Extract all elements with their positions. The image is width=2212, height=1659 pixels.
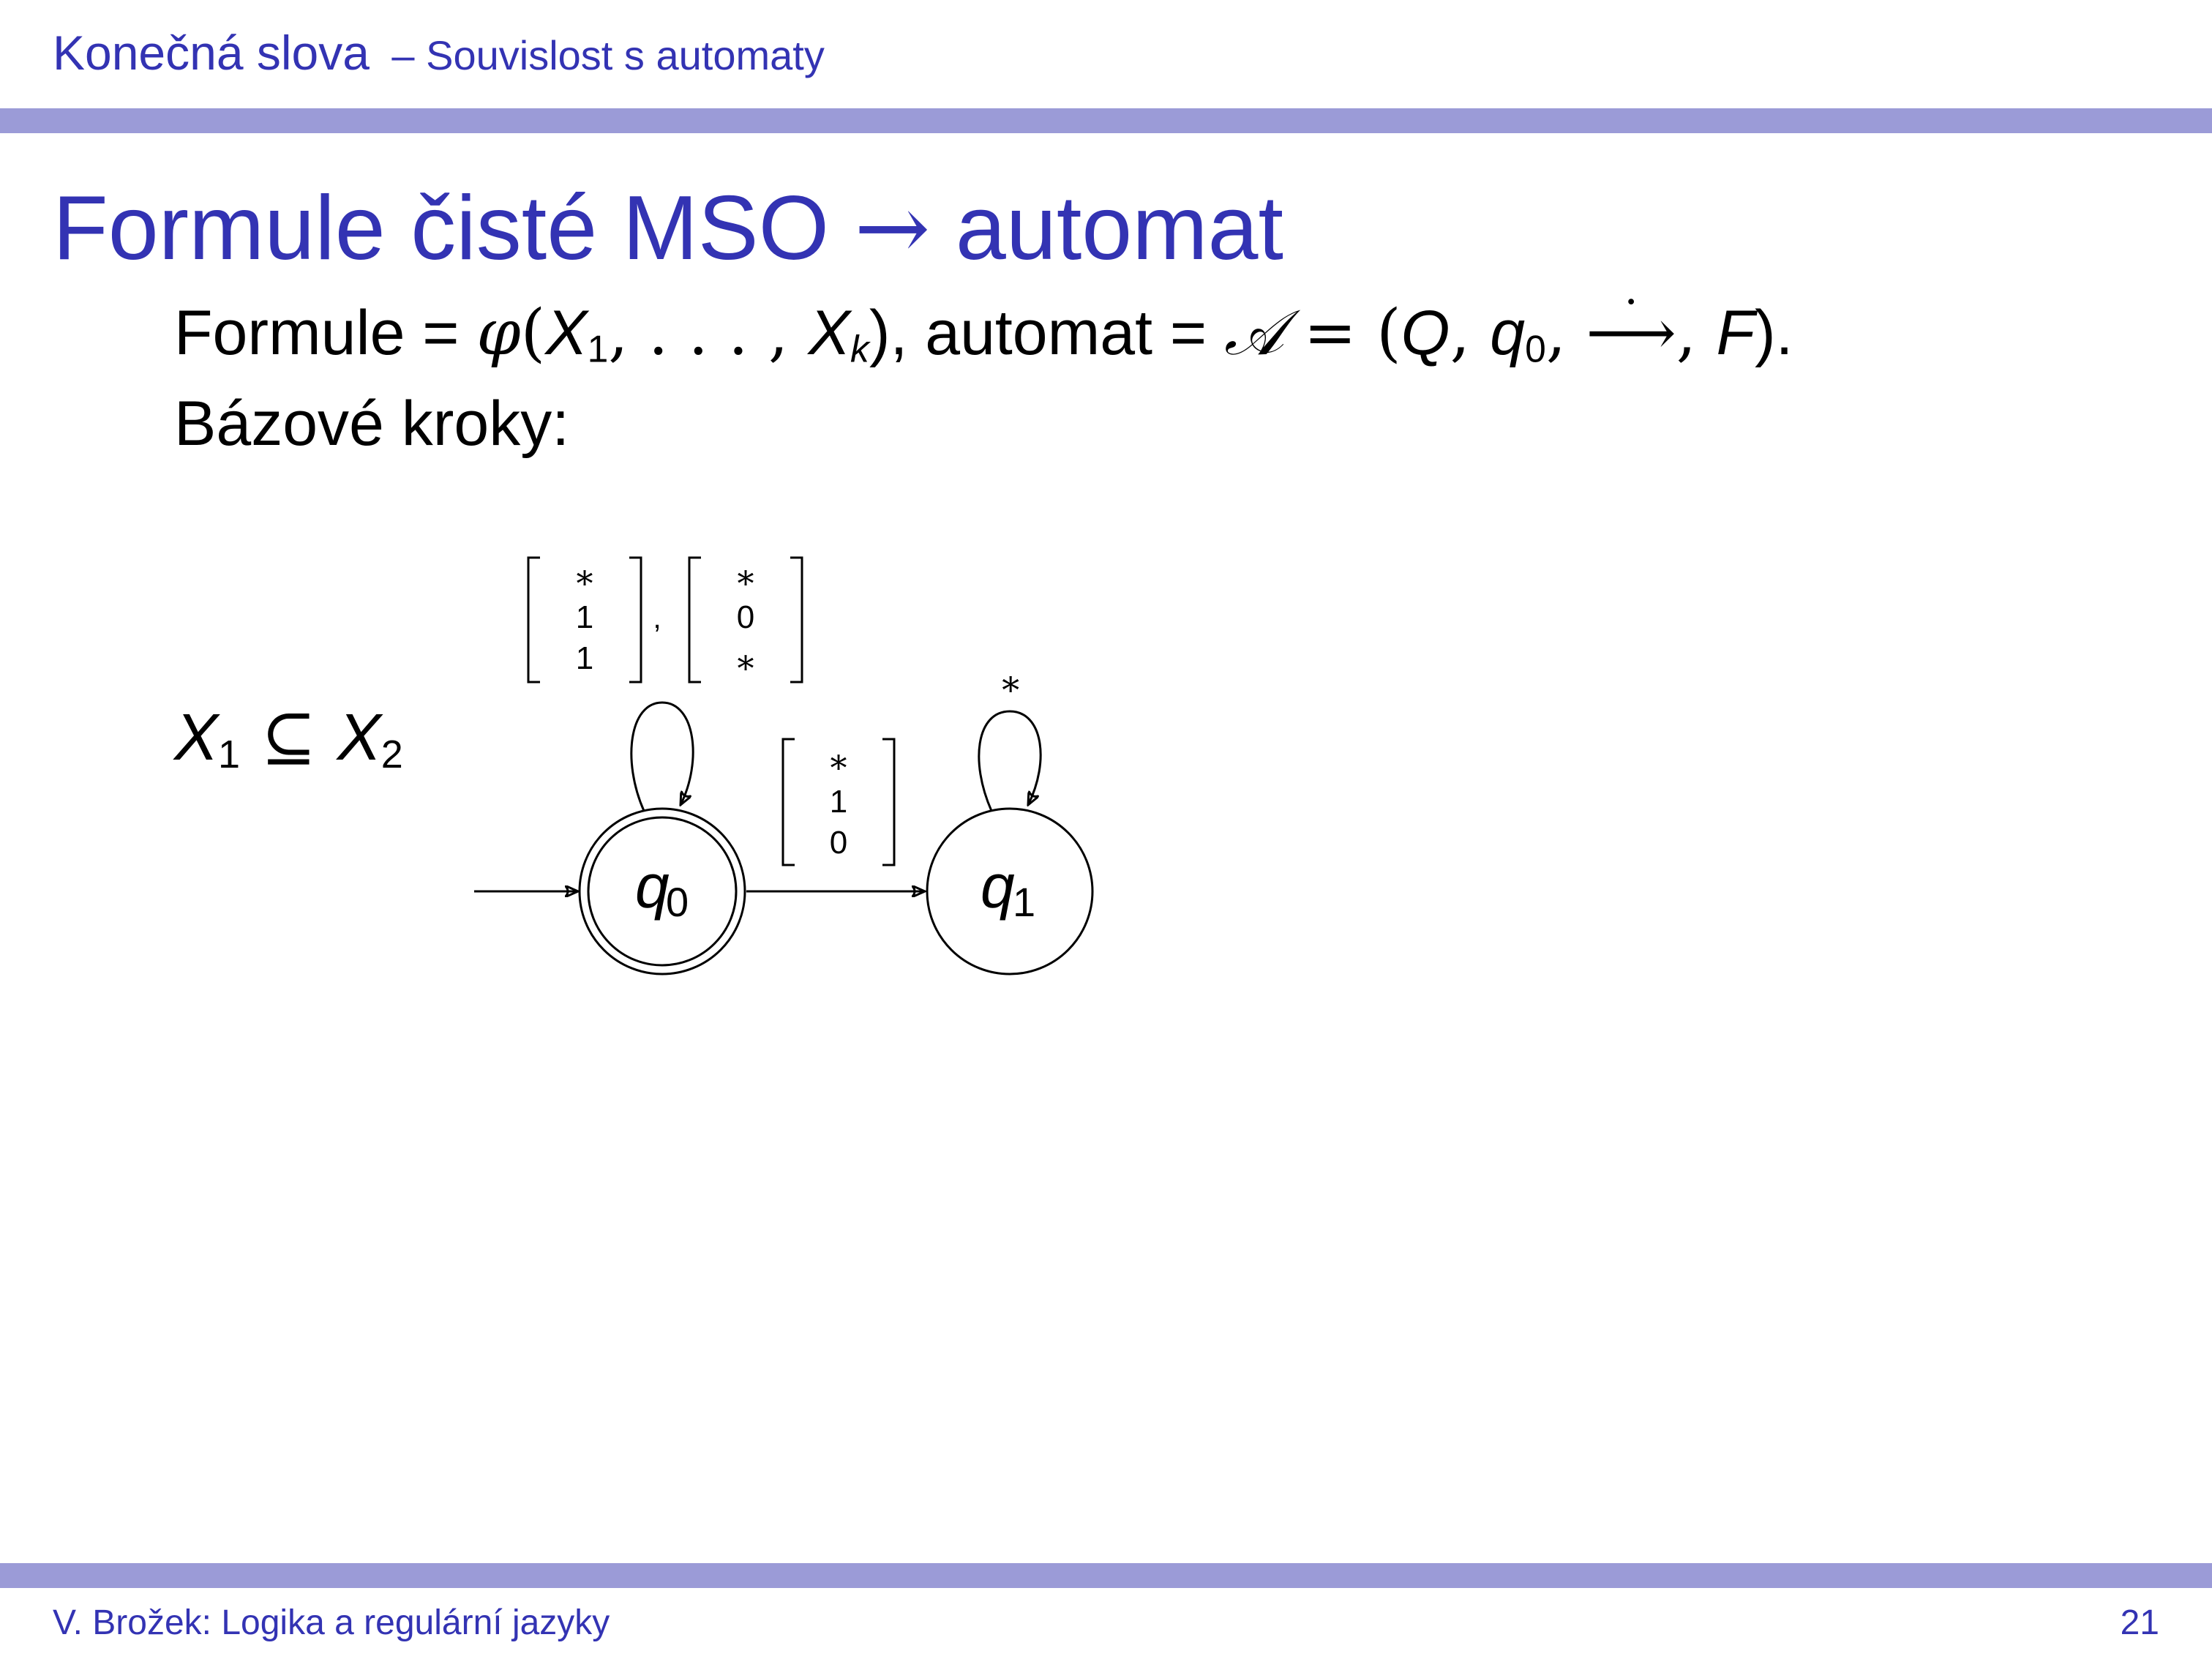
loop-q0-matrix-2: ∗ 0 ∗ <box>688 556 803 684</box>
footer-bar <box>0 1563 2212 1588</box>
state-q1-label: q <box>981 852 1015 921</box>
loop-q1-label: ∗ <box>999 663 1023 704</box>
matrix-cell: 1 <box>830 784 847 820</box>
page-number: 21 <box>2120 1603 2159 1642</box>
automaton-diagram: q 0 q 1 ∗ 1 1 , ∗ 0 ∗ ∗ 1 0 ∗ <box>474 556 1094 975</box>
matrix-cell: ∗ <box>827 741 850 781</box>
matrix-cell: ∗ <box>734 642 757 681</box>
matrix-cell: ∗ <box>573 557 596 596</box>
state-q0-label: q <box>635 852 670 921</box>
matrix-cell: 1 <box>576 640 593 676</box>
loop-q0-matrix-1: ∗ 1 1 <box>527 556 642 684</box>
state-q1-sub: 1 <box>1013 879 1035 925</box>
matrix-cell: 0 <box>737 599 754 635</box>
edge-q0-q1-matrix: ∗ 1 0 <box>781 738 896 866</box>
loop-q0-separator: , <box>653 602 661 634</box>
matrix-cell: 1 <box>576 599 593 635</box>
matrix-cell: ∗ <box>734 557 757 596</box>
state-q0-sub: 0 <box>666 879 689 925</box>
footer-author-title: V. Brožek: Logika a regulární jazyky <box>53 1603 610 1642</box>
loop-q0 <box>630 701 694 812</box>
loop-q1 <box>978 710 1042 812</box>
matrix-cell: 0 <box>830 825 847 861</box>
